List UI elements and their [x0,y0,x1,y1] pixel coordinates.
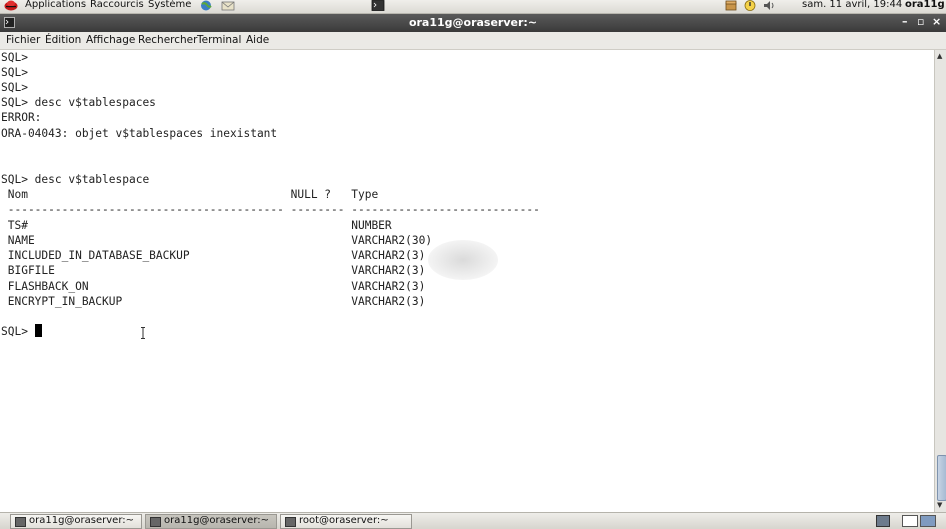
terminal-scrollbar[interactable]: ▲ ▼ [934,50,946,512]
terminal-launcher-icon[interactable] [371,0,385,11]
menu-affichage[interactable]: Affichage [86,34,135,46]
terminal-line: SQL> desc v$tablespace [1,173,150,186]
terminal-line: INCLUDED_IN_DATABASE_BACKUP VARCHAR2(3) [1,249,426,262]
terminal-line: FLASHBACK_ON VARCHAR2(3) [1,280,426,293]
terminal-line: ENCRYPT_IN_BACKUP VARCHAR2(3) [1,295,426,308]
taskbar-item-ora11g-2[interactable]: ora11g@oraserver:~ [145,514,277,529]
top-panel: Applications Raccourcis Système sam. 11 … [0,0,946,14]
terminal-line: SQL> [1,51,28,64]
maximize-button[interactable]: ▫ [917,15,924,28]
volume-icon[interactable] [762,0,776,11]
sql-prompt: SQL> [1,325,35,338]
user-menu[interactable]: ora11g [905,0,945,10]
systeme-menu[interactable]: Système [148,0,191,10]
scroll-up-arrow-icon[interactable]: ▲ [937,52,942,60]
fedora-logo-icon[interactable] [4,0,18,11]
text-cursor [34,324,42,337]
terminal-line: Nom NULL ? Type [1,188,379,201]
click-highlight [428,240,498,280]
show-desktop-icon[interactable] [876,515,890,527]
terminal-output[interactable]: SQL> SQL> SQL> SQL> desc v$tablespaces E… [0,50,934,512]
menu-fichier[interactable]: Fichier [6,34,40,46]
minimize-button[interactable]: – [902,15,908,28]
menu-terminal[interactable]: Terminal [197,34,241,46]
terminal-line: NAME VARCHAR2(30) [1,234,433,247]
taskbar-item-ora11g-1[interactable]: ora11g@oraserver:~ [10,514,142,529]
terminal-line: BIGFILE VARCHAR2(3) [1,264,426,277]
task-label: ora11g@oraserver:~ [164,515,270,526]
terminal-icon [150,517,161,527]
window-title: ora11g@oraserver:~ [408,16,538,29]
terminal-line: SQL> desc v$tablespaces [1,96,156,109]
menu-rechercher[interactable]: Rechercher [138,34,197,46]
mail-icon[interactable] [221,0,235,11]
applications-menu[interactable]: Applications [25,0,86,10]
terminal-line: ----------------------------------------… [1,203,540,216]
window-titlebar[interactable]: ora11g@oraserver:~ – ▫ × [0,14,946,32]
menu-aide[interactable]: Aide [246,34,269,46]
update-icon[interactable] [743,0,757,11]
terminal-line: SQL> [1,66,28,79]
close-button[interactable]: × [932,15,941,28]
terminal-icon [285,517,296,527]
taskbar-item-root[interactable]: root@oraserver:~ [280,514,412,529]
package-icon[interactable] [724,0,738,11]
raccourcis-menu[interactable]: Raccourcis [90,0,144,10]
globe-icon[interactable] [199,0,213,11]
scrollbar-thumb[interactable] [937,455,946,501]
task-label: root@oraserver:~ [299,515,389,526]
terminal-line: SQL> [1,81,28,94]
task-label: ora11g@oraserver:~ [29,515,135,526]
ibeam-pointer-icon [141,327,145,339]
workspace-2[interactable] [920,515,936,527]
terminal-prompt-line[interactable]: SQL> [1,324,42,339]
terminal-icon [15,517,26,527]
workspace-1[interactable] [902,515,918,527]
terminal-line: ERROR: [1,111,42,124]
clock[interactable]: sam. 11 avril, 19:44 [802,0,902,10]
terminal-line: ORA-04043: objet v$tablespaces inexistan… [1,127,278,140]
scroll-down-arrow-icon[interactable]: ▼ [937,501,942,509]
terminal-menubar: Fichier Édition Affichage Rechercher Ter… [0,32,946,50]
menu-edition[interactable]: Édition [45,34,81,46]
bottom-panel: ora11g@oraserver:~ ora11g@oraserver:~ ro… [0,512,946,529]
terminal-line: TS# NUMBER [1,219,392,232]
